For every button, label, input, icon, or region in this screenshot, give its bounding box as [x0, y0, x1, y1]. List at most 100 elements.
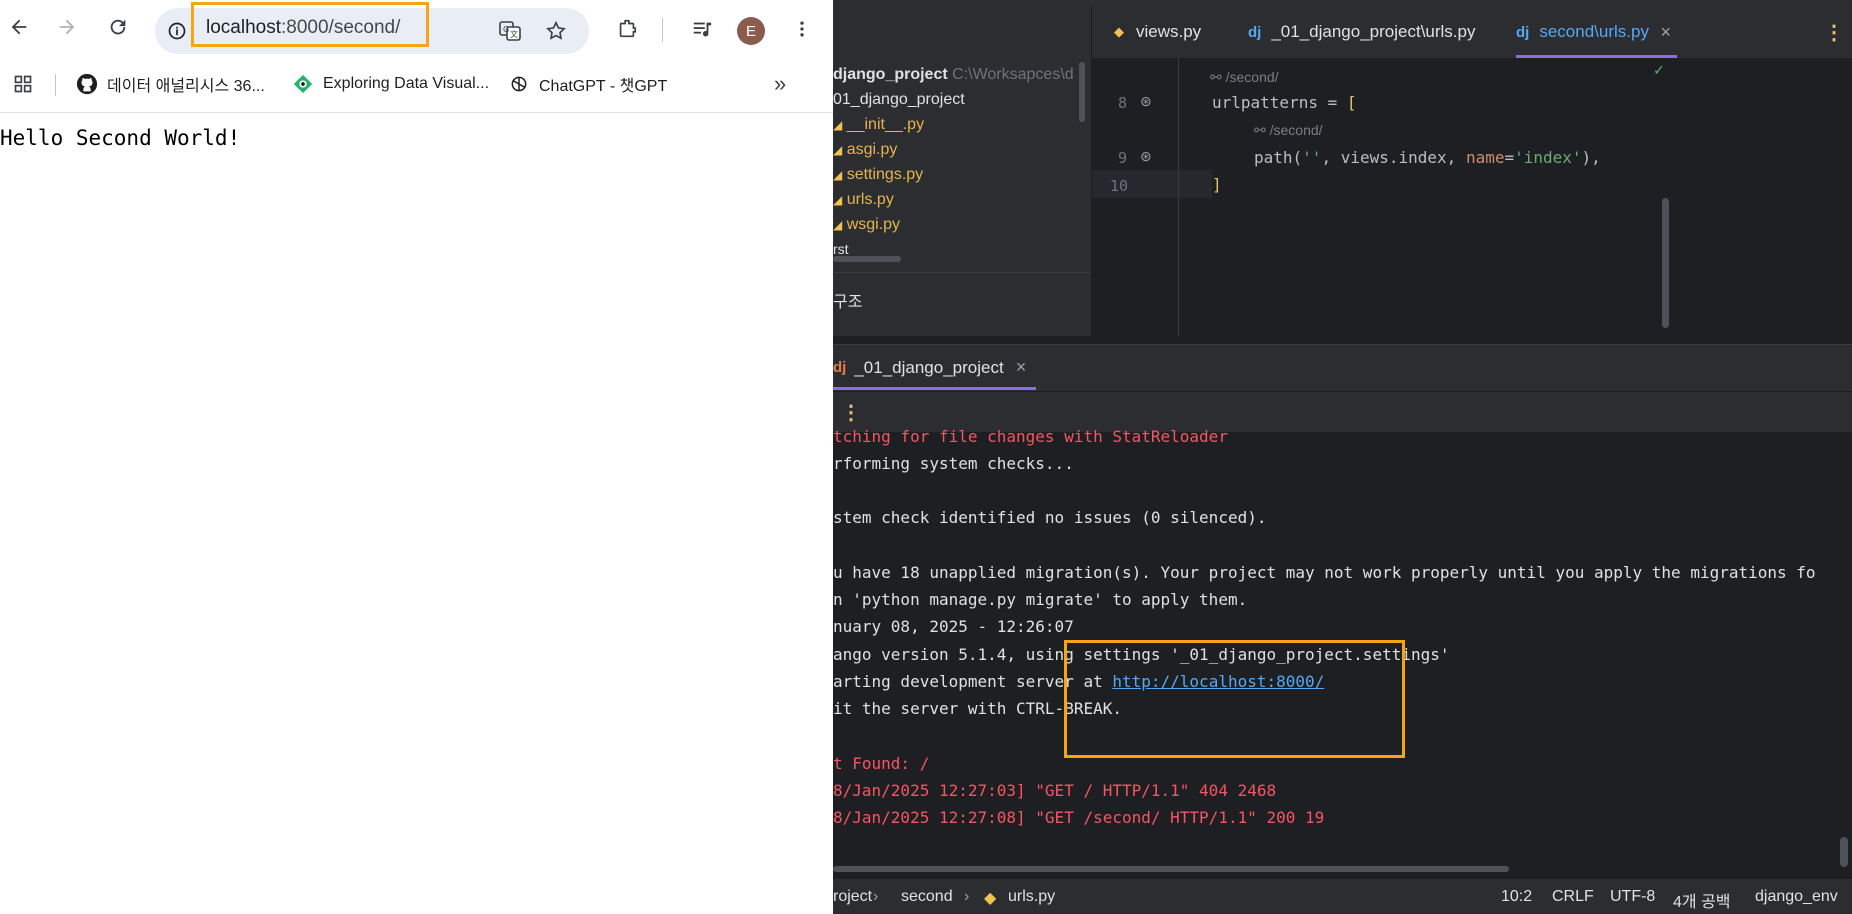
tree-item-path: C:\Worksapces\d	[952, 66, 1074, 83]
bookmark-star-icon[interactable]	[541, 17, 571, 45]
tree-item-file[interactable]: ◢ wsgi.py	[833, 216, 900, 234]
tab-views-py[interactable]: ◆ views.py	[1110, 6, 1201, 58]
extensions-icon[interactable]	[612, 14, 642, 44]
media-queue-icon[interactable]	[687, 14, 717, 44]
django-icon: dj	[1248, 23, 1262, 41]
tab-project-urls[interactable]: dj _01_django_project\urls.py	[1248, 6, 1476, 58]
bookmark-label: ChatGPT - 챗GPT	[539, 78, 668, 95]
site-info-icon[interactable]	[165, 19, 189, 43]
caret-position[interactable]: 10:2	[1501, 888, 1532, 906]
tree-item-label: __init__.py	[846, 116, 925, 133]
bookmark-label: Exploring Data Visual...	[323, 75, 490, 92]
code-token: , views.index,	[1321, 148, 1466, 167]
tree-item-file[interactable]: ◢ urls.py	[833, 191, 894, 209]
bookmark-github[interactable]: 데이터 애널리시스 36...	[76, 64, 265, 104]
code-line-10: ]	[1212, 175, 1222, 194]
breadcrumb-folder[interactable]: second	[901, 888, 953, 906]
close-icon[interactable]: ×	[1016, 357, 1027, 378]
console-v-scrollbar[interactable]	[1840, 837, 1848, 867]
code-token: urlpatterns =	[1212, 93, 1347, 112]
indent-setting[interactable]: 4개 공백	[1673, 888, 1731, 912]
active-tab-indicator	[833, 387, 1036, 390]
vertical-scrollbar[interactable]	[1079, 62, 1085, 122]
console-line: 8/Jan/2025 12:27:03] "GET / HTTP/1.1" 40…	[833, 781, 1277, 800]
project-tool-window: django_project C:\Worksapces\d 01_django…	[833, 6, 1092, 336]
horizontal-scrollbar[interactable]	[833, 256, 901, 262]
chevron-right-icon: ›	[873, 888, 879, 905]
arrow-right-icon[interactable]	[52, 12, 82, 42]
server-highlight-box	[1064, 640, 1405, 758]
code-token: =	[1504, 148, 1515, 167]
reload-icon[interactable]	[103, 12, 133, 42]
toolbar-divider	[662, 18, 663, 42]
bookmark-exploring[interactable]: Exploring Data Visual...	[292, 64, 489, 104]
django-icon: dj	[1516, 23, 1530, 41]
ide-window: django_project C:\Worksapces\d 01_django…	[833, 0, 1852, 914]
tree-item-file[interactable]: ◢ __init__.py	[833, 116, 924, 134]
console-line: nuary 08, 2025 - 12:26:07	[833, 617, 1074, 636]
code-token: ''	[1302, 148, 1322, 167]
run-tab[interactable]: dj _01_django_project ×	[833, 345, 1026, 390]
run-tab-label: _01_django_project	[854, 357, 1004, 377]
console-line: tching for file changes with StatReloade…	[833, 427, 1228, 446]
more-menu-icon[interactable]	[787, 14, 817, 44]
python-file-icon: ◢	[833, 193, 843, 207]
code-line-9: path('', views.index, name='index'),	[1254, 148, 1601, 167]
avatar[interactable]: E	[737, 17, 765, 45]
structure-panel-title[interactable]: 구조	[833, 288, 862, 312]
tree-item-folder[interactable]: rst	[833, 241, 849, 257]
chatgpt-icon	[508, 73, 530, 95]
line-ending[interactable]: CRLF	[1552, 888, 1594, 906]
url-text[interactable]: localhost:8000/second/	[206, 17, 400, 39]
line-number: 10	[1110, 177, 1129, 195]
code-line-8: urlpatterns = [	[1212, 93, 1357, 112]
tab-label: views.py	[1136, 22, 1202, 41]
chevron-right-icon: ›	[964, 888, 970, 905]
url-mapping-icon[interactable]: ⊛	[1140, 148, 1152, 165]
bookmarks-overflow-button[interactable]: »	[774, 64, 786, 104]
code-editor[interactable]: ⚯ /second/ urlpatterns = [ ⚯ /second/ pa…	[1210, 58, 1852, 336]
bookmarks-bar: 데이터 애널리시스 36... Exploring Data Visual...…	[0, 64, 833, 113]
close-icon[interactable]: ×	[1660, 22, 1671, 43]
breadcrumb-file[interactable]: urls.py	[1008, 888, 1055, 906]
url-host: localhost	[206, 17, 281, 38]
github-icon	[76, 73, 98, 95]
more-tabs-icon[interactable]: ⋮	[1824, 6, 1844, 58]
code-token: [	[1346, 93, 1357, 112]
url-mapping-icon[interactable]: ⊛	[1140, 93, 1152, 110]
tree-item-label: urls.py	[846, 191, 894, 208]
status-bar: roject › second › ◆ urls.py 10:2 CRLF UT…	[833, 878, 1852, 914]
tree-item-file[interactable]: ◢ asgi.py	[833, 141, 897, 159]
tab-label: second\urls.py	[1539, 22, 1649, 41]
code-token: path(	[1254, 148, 1303, 167]
editor-scrollbar[interactable]	[1662, 198, 1669, 328]
tree-item-file[interactable]: ◢ settings.py	[833, 166, 923, 184]
python-file-icon: ◢	[833, 168, 843, 182]
console-line: n 'python manage.py migrate' to apply th…	[833, 590, 1248, 609]
page-content-text: Hello Second World!	[0, 126, 241, 150]
bookmark-chatgpt[interactable]: ChatGPT - 챗GPT	[508, 64, 667, 104]
svg-text:文: 文	[510, 29, 518, 39]
editor-tabs: ◆ views.py dj _01_django_project\urls.py d…	[1092, 6, 1852, 59]
inlay-hint: ⚯ /second/	[1254, 120, 1323, 139]
apps-grid-icon[interactable]	[10, 71, 36, 97]
tab-second-urls[interactable]: dj second\urls.py ×	[1516, 6, 1677, 58]
breadcrumb-project[interactable]: roject	[833, 888, 872, 906]
arrow-left-icon[interactable]	[4, 12, 34, 42]
python-interpreter[interactable]: django_env	[1755, 888, 1838, 906]
inlay-hint: ⚯ /second/	[1210, 67, 1279, 86]
pane-divider	[833, 272, 1091, 273]
console-h-scrollbar[interactable]	[833, 866, 1509, 872]
more-options-icon[interactable]: ⋮	[841, 400, 861, 425]
tree-item-folder[interactable]: 01_django_project	[833, 91, 965, 109]
url-path: :8000/second/	[281, 17, 401, 38]
console-line: 8/Jan/2025 12:27:08] "GET /second/ HTTP/…	[833, 808, 1325, 827]
inspection-ok-icon[interactable]: ✓	[1654, 60, 1664, 79]
python-file-icon: ◢	[833, 143, 843, 157]
svg-text:G: G	[503, 25, 509, 34]
exploring-icon	[292, 73, 314, 95]
translate-icon[interactable]: G文	[495, 17, 525, 45]
tree-item-label: wsgi.py	[846, 216, 901, 233]
file-encoding[interactable]: UTF-8	[1610, 888, 1655, 906]
tree-item-root[interactable]: django_project C:\Worksapces\d	[833, 66, 1074, 84]
